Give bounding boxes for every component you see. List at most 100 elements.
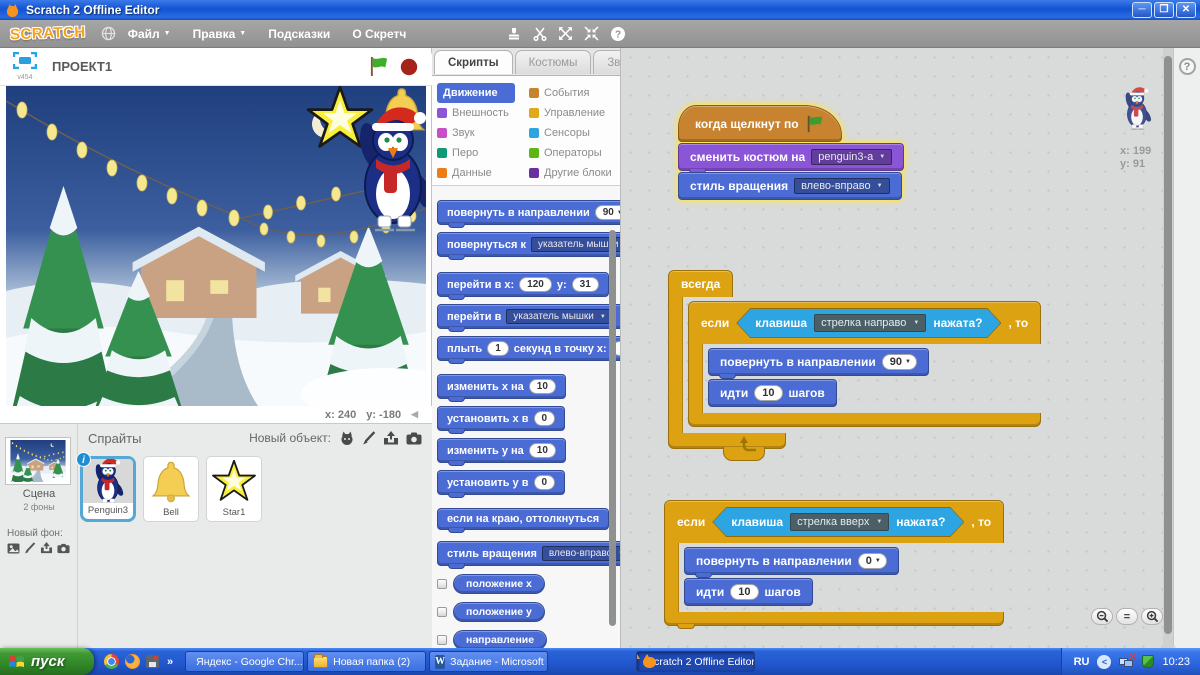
script-start[interactable]: когда щелкнут по сменить костюм на pengu… xyxy=(678,105,905,200)
category-control[interactable]: Управление xyxy=(529,103,621,123)
watcher-checkbox[interactable] xyxy=(437,607,447,617)
category-looks[interactable]: Внешность xyxy=(437,103,529,123)
collapse-arrow-icon[interactable]: ◀ xyxy=(411,409,418,420)
palette-block-goto[interactable]: перейти в указатель мышки xyxy=(437,304,620,332)
palette-block-set-x[interactable]: установить x в0 xyxy=(437,406,566,434)
delete-scissors-icon[interactable] xyxy=(531,25,548,42)
palette-block-point-towards[interactable]: повернуться к указатель мышки xyxy=(437,232,620,260)
taskbar-window-folder[interactable]: Новая папка (2) xyxy=(307,651,427,672)
grow-sprite-icon[interactable] xyxy=(557,25,574,42)
palette-block-change-x[interactable]: изменить x на 10 xyxy=(437,374,566,402)
steps-input[interactable]: 10 xyxy=(730,584,759,600)
chrome-quicklaunch-icon[interactable] xyxy=(104,654,119,669)
help-icon[interactable]: ? xyxy=(1178,58,1196,75)
menu-file[interactable]: Файл ▼ xyxy=(128,27,171,41)
value-input[interactable]: 0 xyxy=(533,475,556,490)
direction-dropdown[interactable]: 90 xyxy=(881,354,917,370)
x-input[interactable]: 120 xyxy=(519,277,552,292)
app-quicklaunch-icon[interactable] xyxy=(146,655,159,668)
shrink-sprite-icon[interactable] xyxy=(583,25,600,42)
sprite-library-icon[interactable] xyxy=(339,431,355,446)
network-status-icon[interactable]: ✕ xyxy=(1119,652,1136,668)
scripts-scrollbar[interactable] xyxy=(1163,48,1173,648)
script-if-up-arrow[interactable]: если клавиша стрелка вверх нажата? , то … xyxy=(664,500,1005,629)
tab-scripts[interactable]: Скрипты xyxy=(434,50,513,74)
script-forever-loop[interactable]: всегда если клавиша стрелка направо нажа… xyxy=(668,270,1042,461)
hide-icons-chevron[interactable]: < xyxy=(1097,654,1112,669)
key-dropdown[interactable]: стрелка направо xyxy=(814,314,926,332)
palette-block-change-y[interactable]: изменить y на 10 xyxy=(437,438,566,466)
category-pen[interactable]: Перо xyxy=(437,143,529,163)
sprite-info-icon[interactable]: i xyxy=(76,452,91,467)
palette-block-point-in-direction[interactable]: повернуть в направлении 90 xyxy=(437,200,620,228)
menu-about[interactable]: О Скретч xyxy=(352,27,406,41)
value-input[interactable]: 10 xyxy=(528,379,556,394)
category-events[interactable]: События xyxy=(529,83,621,103)
reporter-y-position[interactable]: положение y xyxy=(453,602,545,622)
palette-block-glide[interactable]: плыть1секунд в точку x:120 xyxy=(437,336,620,364)
value-input[interactable]: 10 xyxy=(528,443,556,458)
upload-sprite-icon[interactable] xyxy=(383,431,399,445)
palette-block-bounce-on-edge[interactable]: если на краю, оттолкнуться xyxy=(437,508,610,533)
maximize-button[interactable]: ❐ xyxy=(1154,2,1174,18)
direction-dropdown[interactable]: 90 xyxy=(594,205,620,220)
block-switch-costume[interactable]: сменить костюм на penguin3-a xyxy=(678,143,905,174)
help-icon[interactable]: ? xyxy=(609,25,626,42)
category-operators[interactable]: Операторы xyxy=(529,143,621,163)
block-key-pressed[interactable]: клавиша стрелка направо нажата? xyxy=(737,309,1000,337)
steps-input[interactable]: 10 xyxy=(754,385,783,401)
block-move-steps[interactable]: идти 10 шагов xyxy=(708,379,837,407)
value-input[interactable]: 0 xyxy=(533,411,556,426)
scripts-canvas[interactable]: когда щелкнут по сменить костюм на pengu… xyxy=(620,48,1163,648)
category-motion[interactable]: Движение xyxy=(437,83,515,103)
palette-scrollbar[interactable] xyxy=(609,230,616,626)
minimize-button[interactable]: ─ xyxy=(1132,2,1152,18)
paint-backdrop-icon[interactable] xyxy=(24,542,36,554)
sprite-card-penguin3[interactable]: i Penguin3 xyxy=(76,452,136,522)
quicklaunch-more-icon[interactable]: » xyxy=(167,656,173,668)
backdrop-library-icon[interactable] xyxy=(7,542,20,554)
block-point-in-direction[interactable]: повернуть в направлении 90 xyxy=(708,348,929,379)
tab-costumes[interactable]: Костюмы xyxy=(514,50,592,74)
close-button[interactable]: ✕ xyxy=(1176,2,1196,18)
firefox-quicklaunch-icon[interactable] xyxy=(125,654,140,669)
costume-dropdown[interactable]: penguin3-a xyxy=(811,149,893,165)
stage-selector[interactable]: Сцена 2 фоны Новый фон: xyxy=(0,424,78,649)
seconds-input[interactable]: 1 xyxy=(487,341,509,356)
block-rotation-style[interactable]: стиль вращения влево-вправо xyxy=(678,172,902,200)
category-more-blocks[interactable]: Другие блоки xyxy=(529,163,621,183)
duplicate-stamp-icon[interactable] xyxy=(505,25,522,42)
block-key-pressed[interactable]: клавиша стрелка вверх нажата? xyxy=(713,508,963,536)
taskbar-window-scratch[interactable]: Scratch 2 Offline Editor xyxy=(636,651,756,672)
rotation-style-dropdown[interactable]: влево-вправо xyxy=(794,178,890,194)
menu-tips[interactable]: Подсказки xyxy=(268,27,330,41)
block-forever[interactable]: всегда xyxy=(668,270,734,297)
palette-block-goto-xy[interactable]: перейти в x: 120 y: 31 xyxy=(437,272,609,300)
taskbar-window-chrome[interactable]: Яндекс - Google Chr... xyxy=(185,651,305,672)
green-flag-button[interactable] xyxy=(369,56,390,77)
zoom-reset-button[interactable]: = xyxy=(1116,608,1138,625)
camera-backdrop-icon[interactable] xyxy=(57,542,70,554)
key-dropdown[interactable]: стрелка вверх xyxy=(790,513,889,531)
taskbar-window-word[interactable]: W Задание - Microsoft ... xyxy=(429,651,549,672)
language-indicator[interactable]: RU xyxy=(1074,656,1090,668)
sprite-card-star1[interactable]: Star1 xyxy=(206,456,262,522)
zoom-in-button[interactable] xyxy=(1141,608,1163,625)
watcher-checkbox[interactable] xyxy=(437,635,447,645)
menu-edit[interactable]: Правка ▼ xyxy=(193,27,247,41)
camera-sprite-icon[interactable] xyxy=(406,432,422,445)
block-move-steps[interactable]: идти 10 шагов xyxy=(684,578,813,606)
y-input[interactable]: 31 xyxy=(571,277,599,292)
reporter-direction[interactable]: направление xyxy=(453,630,548,648)
category-sound[interactable]: Звук xyxy=(437,123,529,143)
fullscreen-icon[interactable] xyxy=(12,51,38,70)
zoom-out-button[interactable] xyxy=(1091,608,1113,625)
sprite-card-bell[interactable]: Bell xyxy=(143,456,199,522)
category-data[interactable]: Данные xyxy=(437,163,529,183)
language-globe-icon[interactable] xyxy=(100,25,117,42)
category-sensing[interactable]: Сенсоры xyxy=(529,123,621,143)
watcher-checkbox[interactable] xyxy=(437,579,447,589)
palette-block-set-y[interactable]: установить y в0 xyxy=(437,470,566,498)
start-button[interactable]: пуск xyxy=(0,648,94,675)
target-dropdown[interactable]: указатель мышки xyxy=(506,309,613,324)
